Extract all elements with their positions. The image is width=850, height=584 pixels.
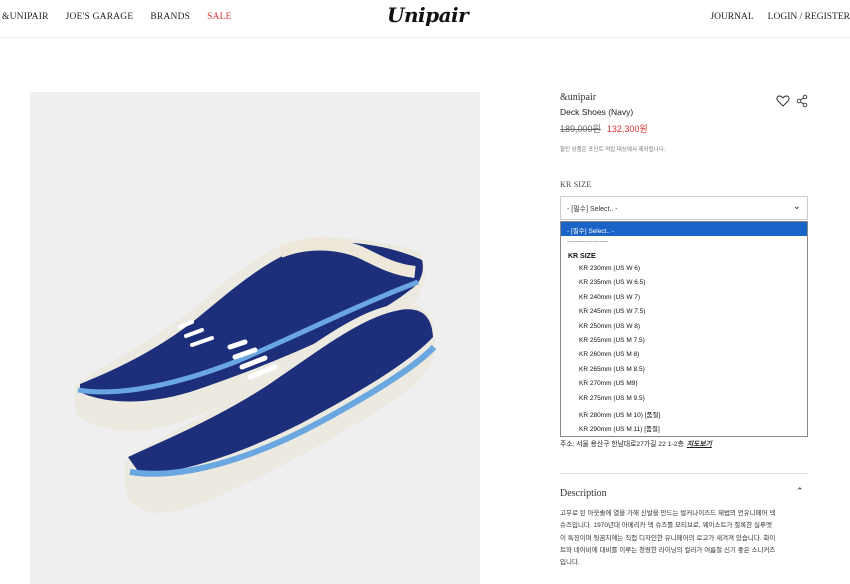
size-option[interactable]: KR 265mm (US M 8.5) bbox=[561, 363, 807, 377]
size-dropdown[interactable]: - [필수] Select.. - ------------------- KR… bbox=[560, 221, 808, 437]
nav-login-register[interactable]: LOGIN / REGISTER bbox=[768, 12, 850, 22]
chevron-down-icon: ⌄ bbox=[792, 201, 801, 212]
size-option[interactable]: KR 260mm (US M 8) bbox=[561, 348, 807, 362]
heart-icon[interactable] bbox=[776, 94, 790, 108]
store-address: 주소: 서울 용산구 한남대로27가길 22 1-2층 지도보기 bbox=[560, 438, 712, 448]
utility-nav: JOURNAL LOGIN / REGISTER bbox=[710, 12, 850, 22]
sale-price: 132,300원 bbox=[606, 124, 648, 134]
size-option[interactable]: KR 255mm (US M 7.5) bbox=[561, 334, 807, 348]
nav-sale[interactable]: SALE bbox=[207, 12, 232, 22]
size-select[interactable]: - [필수] Select.. - ⌄ bbox=[560, 196, 808, 220]
chevron-up-icon[interactable]: ⌃ bbox=[796, 487, 804, 497]
dropdown-group-label: KR SIZE bbox=[568, 253, 596, 260]
main-nav: &UNIPAIR JOE'S GARAGE BRANDS SALE bbox=[2, 12, 232, 22]
size-label: KR SIZE bbox=[560, 180, 592, 189]
nav-joes-garage[interactable]: JOE'S GARAGE bbox=[66, 12, 134, 22]
nav-journal[interactable]: JOURNAL bbox=[710, 12, 753, 22]
description-line: 고무로 된 아웃솔에 열을 가해 신발을 만드는 벌커나이즈드 제법의 언유니페… bbox=[560, 510, 776, 517]
size-select-value: - [필수] Select.. - bbox=[567, 206, 618, 213]
size-option[interactable]: KR 290mm (US M 11) [품절] bbox=[561, 420, 807, 434]
description-body: 고무로 된 아웃솔에 열을 가해 신발을 만드는 벌커나이즈드 제법의 언유니페… bbox=[560, 508, 810, 569]
product-image bbox=[30, 92, 480, 584]
description-line: 슈즈입니다. 1970년대 아메리카 덱 슈즈를 모티브로, 웨이스트가 절록한… bbox=[560, 522, 772, 530]
map-link[interactable]: 지도보기 bbox=[687, 441, 712, 448]
nav-unipair[interactable]: &UNIPAIR bbox=[2, 12, 49, 22]
address-text: 주소: 서울 용산구 한남대로27가길 22 1-2층 bbox=[560, 441, 684, 448]
size-option[interactable]: KR 270mm (US M9) bbox=[561, 377, 807, 391]
size-option[interactable]: KR 250mm (US W 8) bbox=[561, 320, 807, 334]
product-name: Deck Shoes (Navy) bbox=[560, 107, 634, 117]
discount-note: 할인 상품은 포인트 적립 대상에서 제외됩니다. bbox=[560, 147, 666, 153]
description-title[interactable]: Description bbox=[560, 488, 607, 499]
dropdown-selected-option[interactable]: - [필수] Select.. - bbox=[561, 222, 807, 236]
navy-deck-shoes-image bbox=[75, 236, 437, 513]
price-row: 189,000원 132,300원 bbox=[560, 122, 808, 135]
share-icon[interactable] bbox=[796, 94, 808, 108]
description-line: 트와 네이비에 대비를 이루는 청량한 라이닝의 컬러가 여름철 신기 좋은 스… bbox=[560, 546, 776, 554]
size-option[interactable]: KR 275mm (US M 9.5) bbox=[561, 392, 807, 406]
divider bbox=[560, 473, 808, 474]
product-info: &unipair Deck Shoes (Navy) 189,000원 132,… bbox=[560, 92, 808, 153]
dropdown-separator: ------------------- bbox=[567, 238, 609, 245]
description-line: 입니다. bbox=[560, 559, 580, 567]
product-brand[interactable]: &unipair bbox=[560, 92, 808, 103]
size-option[interactable]: KR 230mm (US W 6) bbox=[561, 262, 807, 276]
site-logo[interactable]: Unipair bbox=[387, 3, 469, 27]
site-header: &UNIPAIR JOE'S GARAGE BRANDS SALE Unipai… bbox=[0, 0, 850, 38]
original-price: 189,000원 bbox=[560, 124, 601, 134]
size-option[interactable]: KR 235mm (US W 6.5) bbox=[561, 276, 807, 290]
size-option[interactable]: KR 280mm (US M 10) [품절] bbox=[561, 406, 807, 420]
size-option[interactable]: KR 240mm (US W 7) bbox=[561, 291, 807, 305]
description-line: 이 특징이며 뒷꿈치에는 직접 디자인한 유니페어의 로고가 새겨져 있습니다.… bbox=[560, 534, 776, 542]
size-option[interactable]: KR 245mm (US W 7.5) bbox=[561, 305, 807, 319]
nav-brands[interactable]: BRANDS bbox=[150, 12, 190, 22]
